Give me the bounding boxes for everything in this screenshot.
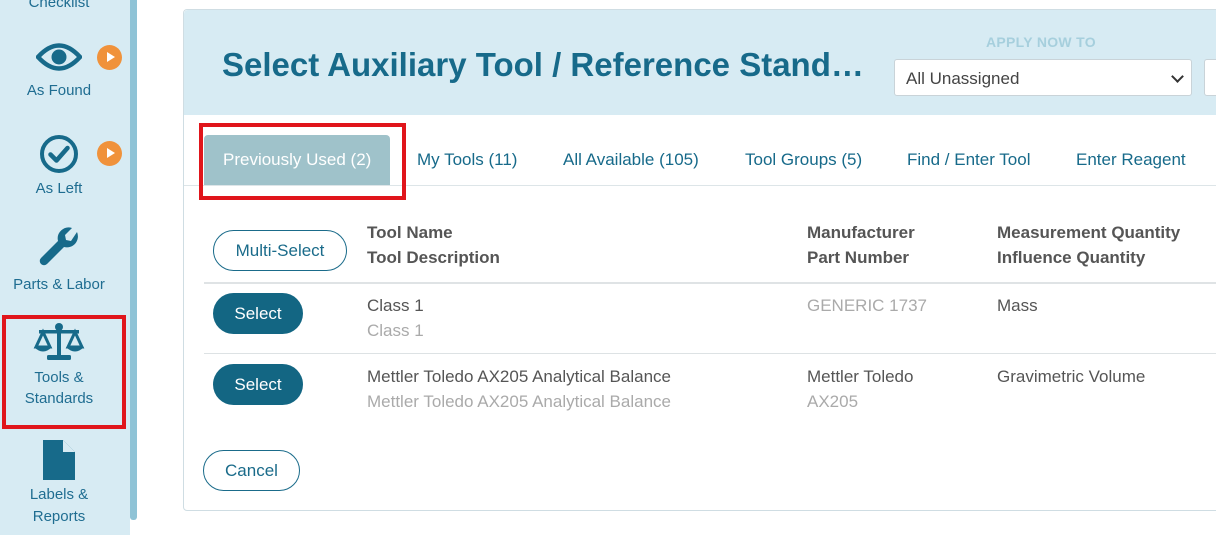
column-header-label: Tool Name: [367, 223, 453, 242]
highlight-box: [199, 123, 406, 200]
tab-my-tools[interactable]: My Tools (11): [417, 135, 517, 185]
sidebar-item-label: Labels &: [29, 486, 89, 503]
column-header-label: Measurement Quantity: [997, 223, 1181, 242]
tool-name: Class 1: [367, 296, 424, 315]
sidebar-item-label: Checklist: [28, 0, 90, 11]
tab-enter-reagent[interactable]: Enter Reagent: [1076, 135, 1186, 185]
column-header-label: Tool Description: [367, 248, 500, 267]
tool-selection-panel: Select Auxiliary Tool / Reference Stand……: [183, 9, 1216, 511]
column-header-quantity: Measurement Quantity Influence Quantity: [997, 220, 1180, 270]
multi-select-button[interactable]: Multi-Select: [213, 230, 347, 271]
column-header-label: Part Number: [807, 248, 910, 267]
tab-find-enter-tool[interactable]: Find / Enter Tool: [907, 135, 1030, 185]
quantity-cell: Gravimetric Volume: [997, 364, 1145, 389]
play-icon[interactable]: [97, 141, 122, 166]
column-header-manufacturer: Manufacturer Part Number: [807, 220, 915, 270]
column-header-label: Influence Quantity: [997, 248, 1146, 267]
sidebar-item-label: Parts & Labor: [13, 276, 105, 293]
page-title: Select Auxiliary Tool / Reference Stand…: [222, 46, 864, 83]
sidebar-item-labels-reports[interactable]: Labels & Reports: [0, 440, 118, 527]
chevron-down-icon: [1171, 70, 1184, 83]
tab-tool-groups[interactable]: Tool Groups (5): [745, 135, 862, 185]
tool-name-cell: Class 1 Class 1: [367, 293, 424, 343]
eye-icon: [36, 43, 82, 71]
quantity-cell: Mass: [997, 293, 1038, 318]
tool-name: Mettler Toledo AX205 Analytical Balance: [367, 367, 671, 386]
highlight-box: [2, 315, 126, 429]
table-header-divider: [204, 282, 1216, 284]
sidebar-item-checklist[interactable]: Checklist: [0, 0, 118, 13]
document-icon: [43, 440, 75, 480]
select-button[interactable]: Select: [213, 364, 303, 405]
play-icon[interactable]: [97, 45, 122, 70]
panel-header: Select Auxiliary Tool / Reference Stand……: [184, 10, 1216, 115]
tool-name-cell: Mettler Toledo AX205 Analytical Balance …: [367, 364, 671, 414]
tool-description: Mettler Toledo AX205 Analytical Balance: [367, 392, 671, 411]
part-number: AX205: [807, 392, 859, 411]
wrench-icon: [39, 227, 78, 266]
manufacturer-cell: GENERIC 1737: [807, 293, 927, 318]
select-button[interactable]: Select: [213, 293, 303, 334]
secondary-select[interactable]: [1204, 59, 1216, 96]
sidebar-item-label: As Found: [26, 82, 92, 99]
row-divider: [204, 353, 1216, 354]
manufacturer: GENERIC 1737: [807, 296, 927, 315]
cancel-button[interactable]: Cancel: [203, 450, 300, 491]
sidebar: Checklist As Found As Left Parts & Labor: [0, 0, 130, 535]
manufacturer-cell: Mettler Toledo AX205: [807, 364, 913, 414]
measurement-quantity: Mass: [997, 296, 1038, 315]
measurement-quantity: Gravimetric Volume: [997, 367, 1146, 386]
apply-now-value: All Unassigned: [906, 69, 1020, 88]
apply-now-label: APPLY NOW TO: [986, 34, 1096, 50]
sidebar-item-label: Reports: [32, 508, 86, 525]
tool-description: Class 1: [367, 321, 424, 340]
check-circle-icon: [40, 135, 78, 173]
manufacturer: Mettler Toledo: [807, 367, 914, 386]
column-header-tool: Tool Name Tool Description: [367, 220, 500, 270]
tab-all-available[interactable]: All Available (105): [563, 135, 699, 185]
sidebar-item-parts-labor[interactable]: Parts & Labor: [0, 226, 118, 295]
apply-now-select[interactable]: All Unassigned: [894, 59, 1192, 96]
sidebar-scrollbar[interactable]: [130, 0, 137, 520]
column-header-label: Manufacturer: [807, 223, 915, 242]
sidebar-item-label: As Left: [35, 180, 83, 197]
